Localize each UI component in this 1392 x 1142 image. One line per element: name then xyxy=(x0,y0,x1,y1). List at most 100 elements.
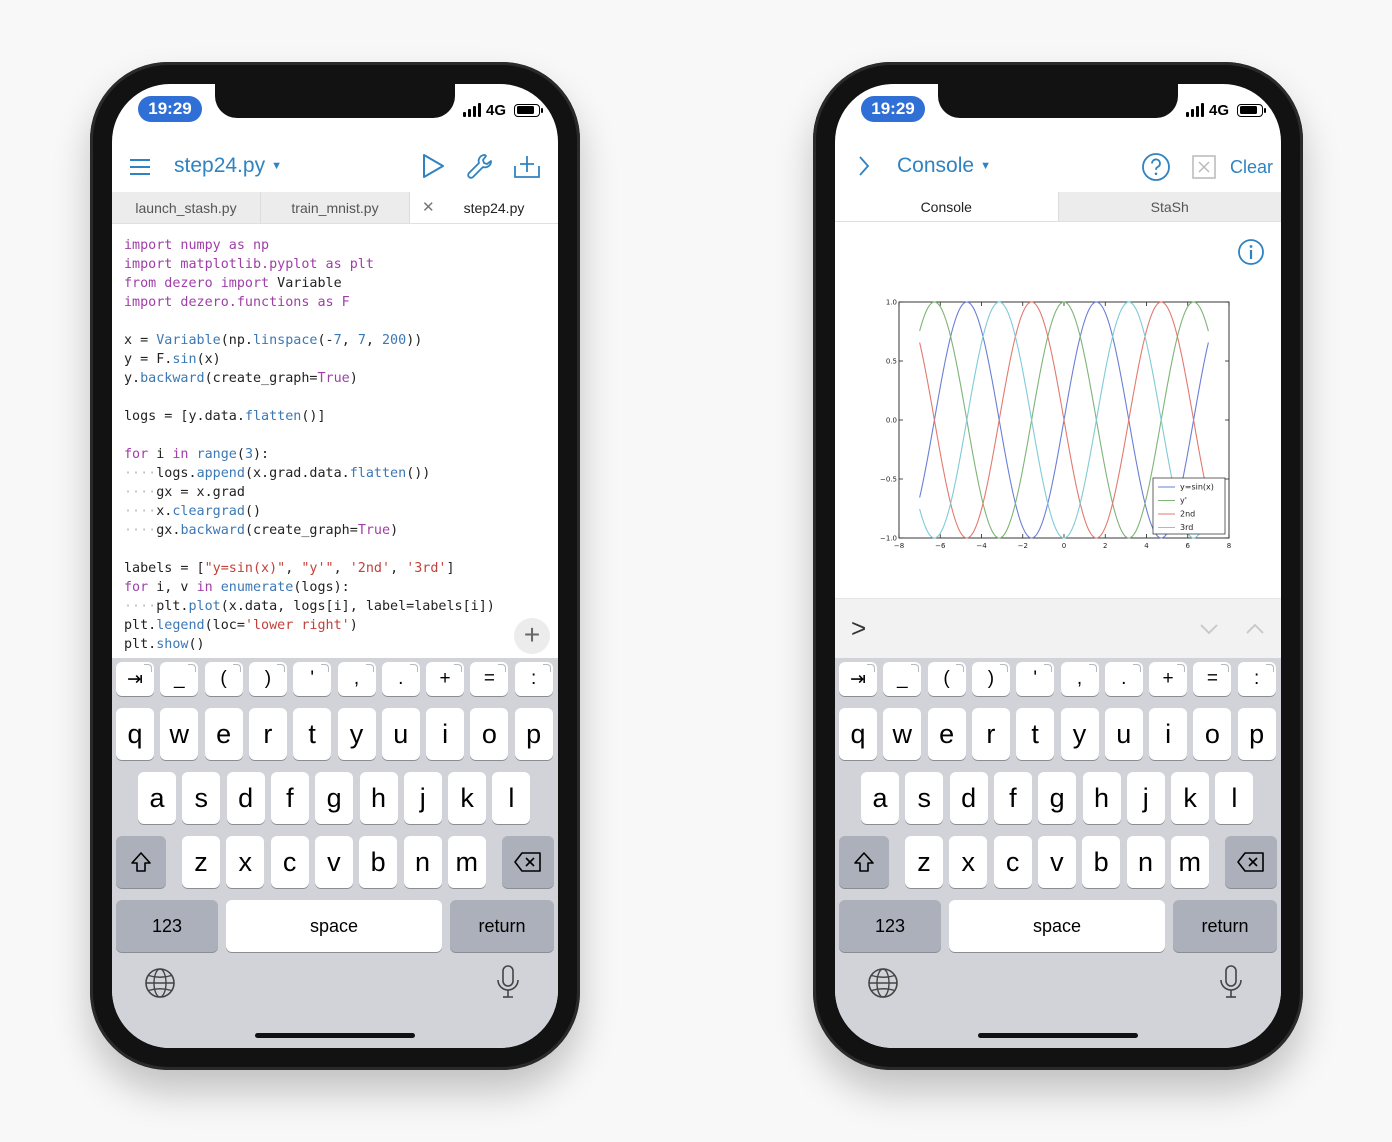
info-icon[interactable] xyxy=(1237,238,1265,266)
symbol-key[interactable]: ' xyxy=(1016,662,1055,696)
menu-icon[interactable] xyxy=(128,156,152,178)
key-b[interactable]: b xyxy=(359,836,398,888)
tab-stash[interactable]: StaSh xyxy=(1059,192,1282,221)
key-l[interactable]: l xyxy=(1215,772,1254,824)
key-n[interactable]: n xyxy=(1126,836,1165,888)
microphone-icon[interactable] xyxy=(1218,964,1244,1000)
key-d[interactable]: d xyxy=(949,772,988,824)
chevron-right-icon[interactable] xyxy=(857,154,871,178)
key-m[interactable]: m xyxy=(1170,836,1209,888)
symbol-key[interactable]: . xyxy=(381,662,420,696)
history-down-icon[interactable] xyxy=(1199,619,1219,639)
file-title-button[interactable]: step24.py ▼ xyxy=(174,154,282,178)
key-i[interactable]: i xyxy=(1149,708,1188,760)
symbol-key[interactable]: ) xyxy=(248,662,287,696)
key-o[interactable]: o xyxy=(1193,708,1232,760)
symbol-key[interactable]: : xyxy=(514,662,553,696)
key-n[interactable]: n xyxy=(403,836,442,888)
home-indicator[interactable] xyxy=(978,1033,1138,1038)
key-d[interactable]: d xyxy=(226,772,265,824)
key-p[interactable]: p xyxy=(514,708,553,760)
key-y[interactable]: y xyxy=(337,708,376,760)
symbol-key[interactable]: ) xyxy=(971,662,1010,696)
numbers-key[interactable]: 123 xyxy=(116,900,218,952)
symbol-key[interactable]: ( xyxy=(927,662,966,696)
key-w[interactable]: w xyxy=(883,708,922,760)
key-q[interactable]: q xyxy=(839,708,877,760)
microphone-icon[interactable] xyxy=(495,964,521,1000)
key-a[interactable]: a xyxy=(861,772,899,824)
key-g[interactable]: g xyxy=(315,772,354,824)
key-o[interactable]: o xyxy=(470,708,509,760)
symbol-key[interactable]: , xyxy=(337,662,376,696)
key-c[interactable]: c xyxy=(270,836,309,888)
symbol-key[interactable]: ⇥ xyxy=(116,662,154,696)
key-t[interactable]: t xyxy=(293,708,332,760)
key-c[interactable]: c xyxy=(993,836,1032,888)
symbol-key[interactable]: ( xyxy=(204,662,243,696)
key-r[interactable]: r xyxy=(248,708,287,760)
symbol-key[interactable]: = xyxy=(1193,662,1232,696)
shift-key[interactable] xyxy=(839,836,889,888)
shift-key[interactable] xyxy=(116,836,166,888)
symbol-key[interactable]: ' xyxy=(293,662,332,696)
key-u[interactable]: u xyxy=(1104,708,1143,760)
key-j[interactable]: j xyxy=(1126,772,1165,824)
new-file-icon[interactable] xyxy=(512,152,542,180)
globe-icon[interactable] xyxy=(143,966,177,1000)
key-w[interactable]: w xyxy=(160,708,199,760)
backspace-key[interactable] xyxy=(1225,836,1277,888)
key-j[interactable]: j xyxy=(403,772,442,824)
key-l[interactable]: l xyxy=(492,772,531,824)
close-tab-icon[interactable]: ✕ xyxy=(422,198,435,216)
tab-step24[interactable]: ✕ step24.py xyxy=(410,192,558,223)
space-key[interactable]: space xyxy=(949,900,1165,952)
tab-console[interactable]: Console xyxy=(835,192,1059,221)
key-v[interactable]: v xyxy=(1037,836,1076,888)
code-editor[interactable]: import numpy as np import matplotlib.pypl… xyxy=(124,236,544,654)
globe-icon[interactable] xyxy=(866,966,900,1000)
key-q[interactable]: q xyxy=(116,708,154,760)
symbol-key[interactable]: , xyxy=(1060,662,1099,696)
return-key[interactable]: return xyxy=(450,900,554,952)
key-h[interactable]: h xyxy=(359,772,398,824)
key-h[interactable]: h xyxy=(1082,772,1121,824)
symbol-key[interactable]: . xyxy=(1104,662,1143,696)
key-f[interactable]: f xyxy=(993,772,1032,824)
key-r[interactable]: r xyxy=(971,708,1010,760)
key-z[interactable]: z xyxy=(182,836,220,888)
history-up-icon[interactable] xyxy=(1245,619,1265,639)
symbol-key[interactable]: _ xyxy=(883,662,922,696)
key-x[interactable]: x xyxy=(949,836,988,888)
status-time[interactable]: 19:29 xyxy=(138,96,202,122)
key-e[interactable]: e xyxy=(204,708,243,760)
key-y[interactable]: y xyxy=(1060,708,1099,760)
key-a[interactable]: a xyxy=(138,772,176,824)
key-p[interactable]: p xyxy=(1237,708,1276,760)
key-g[interactable]: g xyxy=(1038,772,1077,824)
key-i[interactable]: i xyxy=(426,708,465,760)
help-icon[interactable] xyxy=(1141,152,1171,182)
run-icon[interactable] xyxy=(420,152,446,180)
tab-launch-stash[interactable]: launch_stash.py xyxy=(112,192,261,223)
return-key[interactable]: return xyxy=(1173,900,1277,952)
key-s[interactable]: s xyxy=(182,772,221,824)
close-console-icon[interactable] xyxy=(1191,154,1217,180)
symbol-key[interactable]: : xyxy=(1237,662,1276,696)
tab-train-mnist[interactable]: train_mnist.py xyxy=(261,192,410,223)
console-input[interactable]: > xyxy=(835,598,1281,658)
key-z[interactable]: z xyxy=(905,836,943,888)
key-t[interactable]: t xyxy=(1016,708,1055,760)
key-e[interactable]: e xyxy=(927,708,966,760)
key-u[interactable]: u xyxy=(381,708,420,760)
symbol-key[interactable]: + xyxy=(426,662,465,696)
symbol-key[interactable]: + xyxy=(1149,662,1188,696)
wrench-icon[interactable] xyxy=(466,152,494,180)
numbers-key[interactable]: 123 xyxy=(839,900,941,952)
key-b[interactable]: b xyxy=(1082,836,1121,888)
space-key[interactable]: space xyxy=(226,900,442,952)
symbol-key[interactable]: = xyxy=(470,662,509,696)
backspace-key[interactable] xyxy=(502,836,554,888)
clear-button[interactable]: Clear xyxy=(1230,157,1273,178)
console-title-button[interactable]: Console ▼ xyxy=(897,154,991,178)
